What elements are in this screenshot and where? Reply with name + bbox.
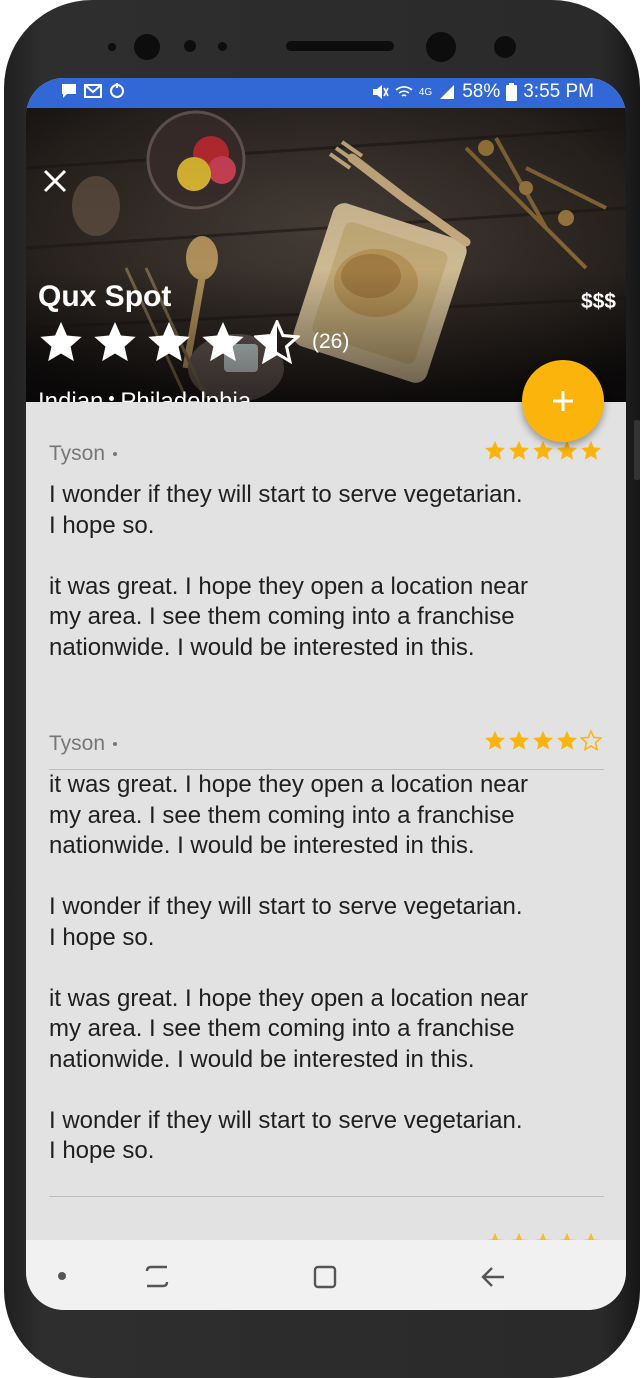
sensor-dot (494, 36, 516, 58)
restaurant-header: Qux Spot $$$ (26) Indian Philadelphia (26, 108, 626, 402)
navigation-bar (26, 1240, 626, 1310)
star-full-icon (581, 440, 601, 460)
review-author: Tyson (49, 732, 118, 756)
reviews-list[interactable]: Tyson I wonder if they will start to ser… (26, 402, 626, 1240)
nav-dot-icon[interactable] (58, 1272, 66, 1280)
back-icon[interactable] (480, 1264, 506, 1290)
status-bar: 4G 58% 3:55 PM (26, 78, 626, 108)
city: Philadelphia (120, 388, 252, 402)
separator-dot (113, 452, 118, 457)
plus-icon (553, 391, 573, 411)
star-full-icon (509, 440, 529, 460)
sensor-dot (184, 40, 196, 52)
clock: 3:55 PM (523, 81, 594, 102)
star-half-icon (254, 320, 300, 364)
star-full-icon (202, 321, 244, 362)
star-full-icon (485, 730, 505, 750)
star-full-icon (509, 730, 529, 750)
network-type: 4G (418, 86, 433, 98)
earpiece-speaker (286, 41, 394, 51)
category: Indian (38, 388, 104, 402)
battery-percent: 58% (462, 81, 501, 102)
screen: 4G 58% 3:55 PM Qux Spot $$$ (26) Indian … (26, 78, 626, 1310)
add-review-button[interactable] (522, 360, 604, 442)
review-divider (49, 1196, 604, 1197)
review-rating (484, 1232, 602, 1240)
star-empty-icon (580, 730, 602, 751)
star-full-icon (533, 1232, 553, 1240)
star-full-icon (557, 1232, 577, 1240)
restaurant-meta: Indian Philadelphia (38, 388, 251, 402)
wifi-icon (395, 86, 413, 97)
star-full-icon (485, 440, 505, 460)
price-level: $$$ (580, 290, 616, 313)
home-icon[interactable] (312, 1264, 338, 1290)
iris-scanner (426, 32, 456, 62)
system-status: 4G 58% 3:55 PM (371, 81, 594, 103)
message-icon (62, 84, 76, 98)
review-text: I wonder if they will start to serve veg… (49, 481, 528, 661)
mute-icon (372, 85, 389, 99)
recents-icon[interactable] (144, 1264, 170, 1290)
star-full-icon (533, 730, 553, 750)
front-camera (134, 34, 160, 60)
restaurant-rating: (26) (38, 320, 349, 364)
notification-icons (60, 82, 126, 100)
star-full-icon (533, 440, 553, 460)
sensor-dot (218, 42, 227, 51)
mail-icon (84, 84, 102, 98)
sync-icon (110, 83, 124, 98)
signal-icon (440, 85, 455, 99)
rating-count: (26) (312, 330, 350, 353)
star-full-icon (148, 321, 190, 362)
phone-frame: 4G 58% 3:55 PM Qux Spot $$$ (26) Indian … (4, 0, 640, 1378)
review-rating (484, 730, 602, 751)
star-full-icon (557, 730, 577, 750)
star-full-icon (40, 321, 82, 362)
star-full-icon (581, 1232, 601, 1240)
separator-dot (113, 742, 118, 747)
restaurant-name: Qux Spot (38, 280, 172, 313)
close-icon[interactable] (42, 168, 68, 194)
review-rating (484, 440, 602, 461)
star-full-icon (94, 321, 136, 362)
side-button (634, 420, 640, 480)
separator-dot (109, 395, 115, 401)
sensor-dot (108, 43, 116, 51)
battery-icon (506, 83, 518, 101)
star-full-icon (509, 1232, 529, 1240)
star-full-icon (485, 1232, 505, 1240)
review-text: it was great. I hope they open a locatio… (49, 771, 528, 1164)
review-author: Tyson (49, 442, 118, 466)
star-full-icon (557, 440, 577, 460)
